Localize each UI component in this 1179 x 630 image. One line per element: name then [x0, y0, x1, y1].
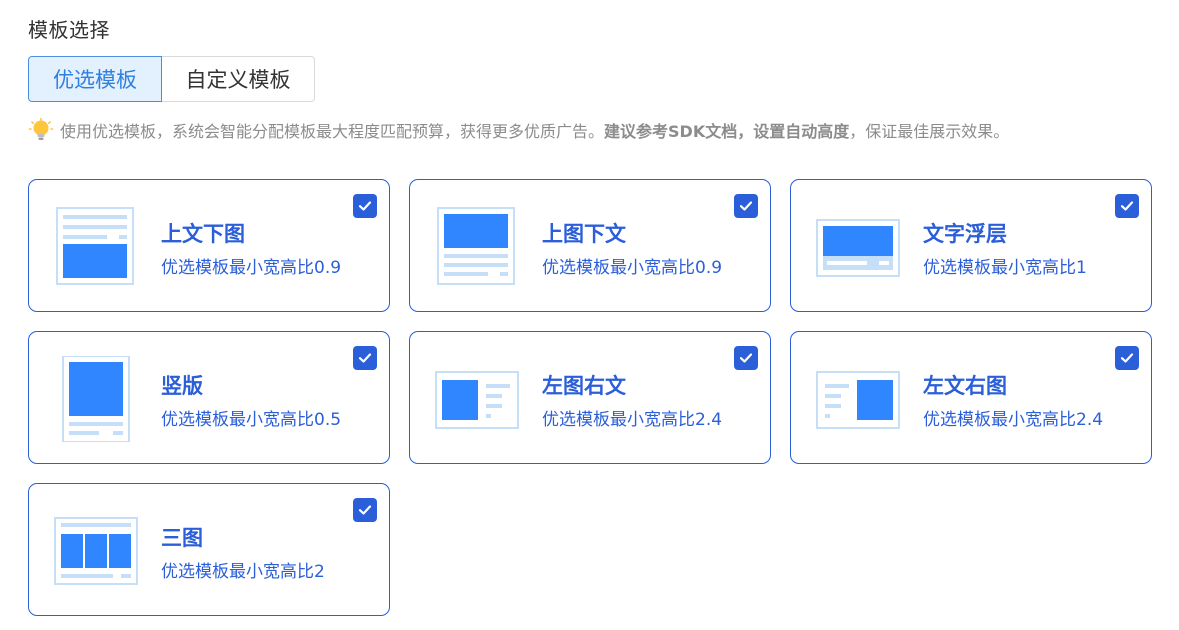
lightbulb-icon [28, 117, 54, 140]
template-card-image-left-text-right[interactable]: 左图右文 优选模板最小宽高比2.4 [409, 331, 771, 464]
template-card-text-left-image-right[interactable]: 左文右图 优选模板最小宽高比2.4 [790, 331, 1152, 464]
three-images-thumbnail-icon [54, 517, 138, 585]
check-icon [1120, 353, 1134, 363]
tab-custom-template[interactable]: 自定义模板 [162, 56, 315, 102]
template-desc: 优选模板最小宽高比0.5 [161, 410, 342, 430]
template-desc: 优选模板最小宽高比2.4 [923, 410, 1104, 430]
template-desc: 优选模板最小宽高比2 [161, 562, 325, 582]
tab-preferred-template[interactable]: 优选模板 [28, 56, 162, 102]
checked-checkbox[interactable] [353, 498, 377, 522]
text-left-image-right-thumbnail-icon [816, 371, 900, 429]
template-card-image-top-text-bottom[interactable]: 上图下文 优选模板最小宽高比0.9 [409, 179, 771, 312]
vertical-thumbnail-icon [62, 356, 130, 442]
template-card-text-top-image-bottom[interactable]: 上文下图 优选模板最小宽高比0.9 [28, 179, 390, 312]
check-icon [739, 353, 753, 363]
template-card-text-overlay[interactable]: 文字浮层 优选模板最小宽高比1 [790, 179, 1152, 312]
checked-checkbox[interactable] [734, 346, 758, 370]
checked-checkbox[interactable] [1115, 194, 1139, 218]
checked-checkbox[interactable] [353, 346, 377, 370]
image-top-text-bottom-thumbnail-icon [437, 207, 515, 285]
template-name: 上文下图 [161, 222, 245, 246]
check-icon [1120, 201, 1134, 211]
checked-checkbox[interactable] [734, 194, 758, 218]
template-name: 竖版 [161, 374, 203, 398]
hint-separator: ， [737, 122, 754, 141]
template-card-vertical[interactable]: 竖版 优选模板最小宽高比0.5 [28, 331, 390, 464]
checked-checkbox[interactable] [1115, 346, 1139, 370]
template-desc: 优选模板最小宽高比0.9 [161, 258, 342, 278]
template-name: 左图右文 [542, 374, 626, 398]
hint-message: 使用优选模板，系统会智能分配模板最大程度匹配预算，获得更多优质广告。 建议参考S… [28, 116, 1009, 144]
template-name: 文字浮层 [923, 222, 1007, 246]
text-top-image-bottom-thumbnail-icon [56, 207, 134, 285]
hint-auto-height: 设置自动高度 [753, 122, 850, 141]
check-icon [358, 201, 372, 211]
template-name: 上图下文 [542, 222, 626, 246]
template-name: 左文右图 [923, 374, 1007, 398]
template-mode-toggle: 优选模板 自定义模板 [28, 56, 315, 102]
image-left-text-right-thumbnail-icon [435, 371, 519, 429]
hint-sdk-doc: 建议参考SDK文档 [604, 122, 738, 141]
section-title: 模板选择 [28, 18, 110, 42]
hint-text-tail: ，保证最佳展示效果。 [849, 122, 1010, 141]
check-icon [358, 353, 372, 363]
hint-text: 使用优选模板，系统会智能分配模板最大程度匹配预算，获得更多优质广告。 [60, 122, 605, 141]
template-desc: 优选模板最小宽高比2.4 [542, 410, 723, 430]
check-icon [739, 201, 753, 211]
checked-checkbox[interactable] [353, 194, 377, 218]
text-overlay-thumbnail-icon [816, 219, 900, 277]
template-desc: 优选模板最小宽高比0.9 [542, 258, 723, 278]
template-card-three-images[interactable]: 三图 优选模板最小宽高比2 [28, 483, 390, 616]
template-desc: 优选模板最小宽高比1 [923, 258, 1087, 278]
template-name: 三图 [161, 526, 203, 550]
check-icon [358, 505, 372, 515]
